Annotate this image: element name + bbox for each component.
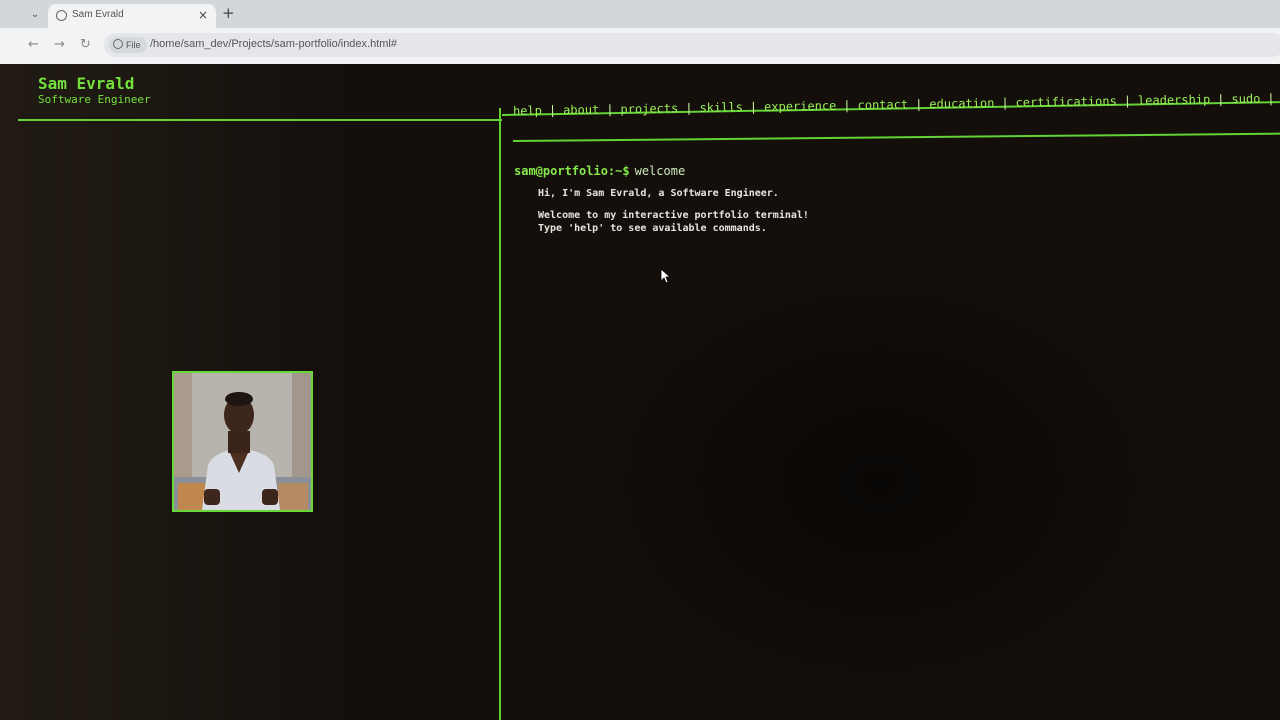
terminal-output-line: Welcome to my interactive portfolio term… (538, 210, 809, 221)
menu-separator: | (1217, 92, 1225, 107)
pane-divider (499, 108, 501, 720)
menu-separator: | (685, 101, 693, 116)
site-role: Software Engineer (38, 93, 151, 106)
person-illustration (174, 373, 311, 510)
info-icon (113, 39, 123, 49)
menu-command-leadership[interactable]: leadership (1138, 92, 1210, 107)
menu-command-certifications[interactable]: certifications (1016, 94, 1117, 110)
menu-separator: | (843, 98, 851, 113)
menu-command-contact[interactable]: contact (857, 97, 908, 112)
terminal-output-line: Hi, I'm Sam Evrald, a Software Engineer. (538, 188, 779, 199)
tab-strip: ⌄ Sam Evrald × + (0, 0, 1280, 28)
reflection-shadow (560, 244, 1200, 720)
tab-title: Sam Evrald (72, 9, 124, 20)
menu-command-education[interactable]: education (929, 96, 994, 111)
menu-command-help[interactable]: help (513, 104, 542, 118)
menu-separator: | (915, 97, 923, 112)
terminal-prompt-line: sam@portfolio:~$ welcome (514, 164, 685, 178)
menu-command-skills[interactable]: skills (699, 100, 743, 115)
forward-icon[interactable]: → (54, 37, 65, 52)
site-info-chip[interactable]: File (109, 37, 147, 53)
tab-search-chevron-icon[interactable]: ⌄ (28, 8, 42, 22)
prompt-label: sam@portfolio:~$ (514, 164, 630, 178)
entered-command: welcome (634, 164, 686, 178)
scheme-label: File (126, 40, 141, 50)
reload-icon[interactable]: ↻ (80, 37, 91, 52)
portfolio-page: Sam Evrald Software Engineer help | about |… (0, 64, 1280, 720)
menu-command-projects[interactable]: projects (620, 101, 678, 116)
command-menu: help | about | projects | skills | experience | co… (513, 91, 1280, 118)
profile-photo (172, 371, 313, 512)
menu-command-experience[interactable]: experience (764, 99, 836, 114)
new-tab-button[interactable]: + (222, 4, 235, 22)
browser-toolbar: ← → ↻ File /home/sam_dev/Projects/sam-po… (0, 28, 1280, 64)
menu-separator: | (1267, 91, 1275, 106)
browser-tab[interactable]: Sam Evrald × (48, 4, 216, 28)
globe-icon (56, 10, 67, 21)
menu-separator: | (606, 102, 614, 117)
url-text[interactable]: /home/sam_dev/Projects/sam-portfolio/ind… (150, 38, 397, 50)
terminal-output-line: Type 'help' to see available commands. (538, 223, 767, 234)
header-divider-left (18, 119, 502, 121)
menu-underline (513, 132, 1280, 142)
menu-separator: | (548, 103, 557, 118)
menu-command-sudo[interactable]: sudo (1231, 92, 1260, 106)
menu-separator: | (749, 99, 758, 115)
mouse-pointer-icon (660, 268, 670, 284)
menu-separator: | (1123, 93, 1132, 108)
back-icon[interactable]: ← (28, 37, 39, 52)
site-name: Sam Evrald (38, 74, 135, 93)
menu-separator: | (1001, 95, 1009, 110)
close-tab-icon[interactable]: × (198, 8, 208, 22)
address-bar[interactable]: File /home/sam_dev/Projects/sam-portfoli… (104, 33, 1280, 57)
browser-chrome: ⌄ Sam Evrald × + ← → ↻ File /home/sam_de… (0, 0, 1280, 64)
menu-command-about[interactable]: about (563, 103, 599, 118)
screen: ⌄ Sam Evrald × + ← → ↻ File /home/sam_de… (0, 0, 1280, 720)
